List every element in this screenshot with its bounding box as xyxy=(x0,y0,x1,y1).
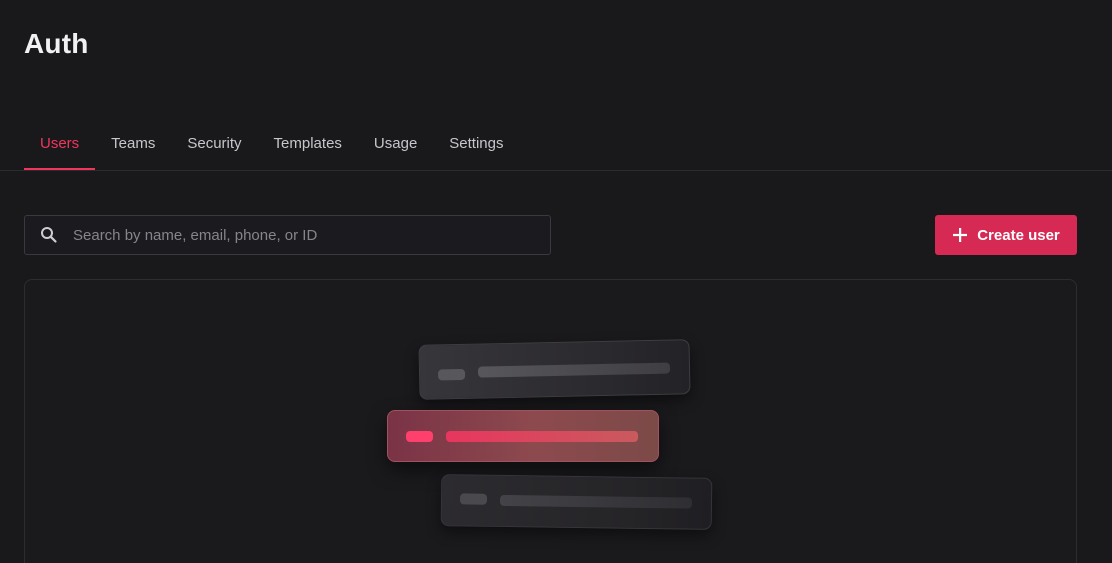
page-title: Auth xyxy=(24,28,89,59)
tab-security[interactable]: Security xyxy=(171,116,257,170)
tab-divider xyxy=(0,170,1112,171)
illustration-card-highlight xyxy=(387,410,659,462)
tab-templates[interactable]: Templates xyxy=(258,116,358,170)
tab-usage[interactable]: Usage xyxy=(358,116,433,170)
illustration-pill-long xyxy=(499,494,693,509)
create-user-label: Create user xyxy=(977,226,1060,244)
illustration-pill-short xyxy=(437,368,466,381)
illustration-card-back xyxy=(418,339,691,400)
illustration-pill-short xyxy=(406,431,433,442)
illustration-pill-long xyxy=(446,431,638,442)
search-box xyxy=(24,215,551,255)
tab-settings[interactable]: Settings xyxy=(433,116,519,170)
plus-icon xyxy=(953,228,968,242)
tab-teams[interactable]: Teams xyxy=(95,116,171,170)
tab-users[interactable]: Users xyxy=(24,116,96,170)
search-input[interactable] xyxy=(73,217,550,253)
search-icon xyxy=(25,216,73,254)
illustration-pill-short xyxy=(459,493,488,505)
auth-page: Auth Users Teams Security Templates Usag… xyxy=(0,0,1112,563)
tab-bar: Users Teams Security Templates Usage Set… xyxy=(24,116,519,170)
illustration-card-front xyxy=(440,474,713,530)
illustration-pill-long xyxy=(477,362,671,378)
create-user-button[interactable]: Create user xyxy=(935,215,1077,255)
